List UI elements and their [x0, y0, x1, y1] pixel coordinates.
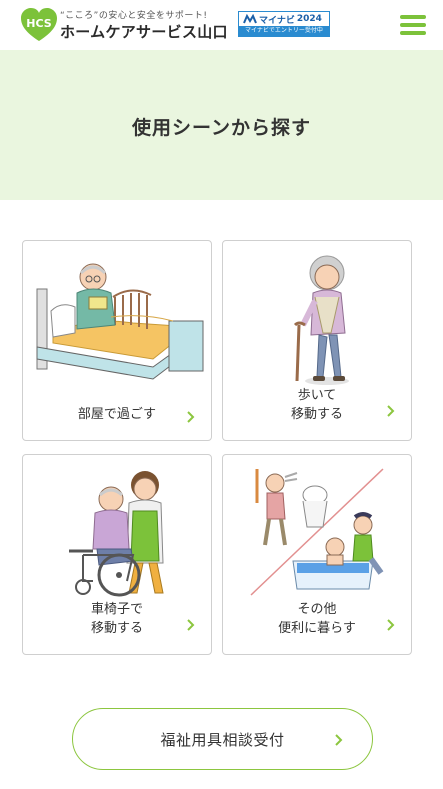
brand[interactable]: “こころ”の安心と安全をサポート! ホームケアサービス山口 — [60, 8, 235, 42]
card-wheelchair[interactable]: 車椅子で 移動する — [22, 454, 212, 655]
chevron-right-icon — [387, 619, 395, 631]
chevron-right-icon — [187, 411, 195, 423]
mynavi-sub: マイナビでエントリー受付中 — [239, 26, 329, 36]
card-label: 部屋で過ごす — [77, 407, 157, 422]
hcs-heart-logo[interactable]: HCS — [20, 8, 58, 42]
consultation-label: 福祉用具相談受付 — [160, 731, 285, 749]
card-label: その他 便利に暮らす — [278, 602, 356, 636]
card-walking[interactable]: 歩いて 移動する — [222, 240, 412, 441]
consultation-button[interactable]: 福祉用具相談受付 — [72, 708, 373, 770]
page-title: 使用シーンから探す — [131, 117, 312, 139]
mynavi-logo-icon — [243, 14, 257, 24]
wheelchair-illustration — [69, 471, 164, 597]
tagline: “こころ”の安心と安全をサポート! — [60, 11, 208, 21]
chevron-right-icon — [335, 734, 343, 746]
company-name: ホームケアサービス山口 — [60, 23, 228, 41]
card-other[interactable]: その他 便利に暮らす — [222, 454, 412, 655]
chevron-right-icon — [387, 405, 395, 417]
chevron-right-icon — [187, 619, 195, 631]
site-header: HCS “こころ”の安心と安全をサポート! ホームケアサービス山口 マイナビ 2… — [0, 0, 443, 50]
mynavi-brand: マイナビ — [259, 15, 295, 26]
mynavi-year: 2024 — [296, 14, 322, 24]
logo-text: HCS — [26, 17, 51, 30]
mynavi-top: マイナビ 2024 — [239, 12, 329, 26]
bed-scene-illustration — [36, 263, 204, 380]
bath-toilet-illustration — [250, 468, 384, 596]
mynavi-banner[interactable]: マイナビ 2024 マイナビでエントリー受付中 — [238, 11, 330, 37]
card-room[interactable]: 部屋で過ごす — [22, 240, 212, 441]
hamburger-menu-icon[interactable] — [400, 15, 426, 35]
card-label: 歩いて 移動する — [290, 388, 343, 422]
card-label: 車椅子で 移動する — [90, 602, 143, 636]
walking-cane-illustration — [293, 255, 349, 385]
hero-banner: 使用シーンから探す — [0, 50, 443, 200]
